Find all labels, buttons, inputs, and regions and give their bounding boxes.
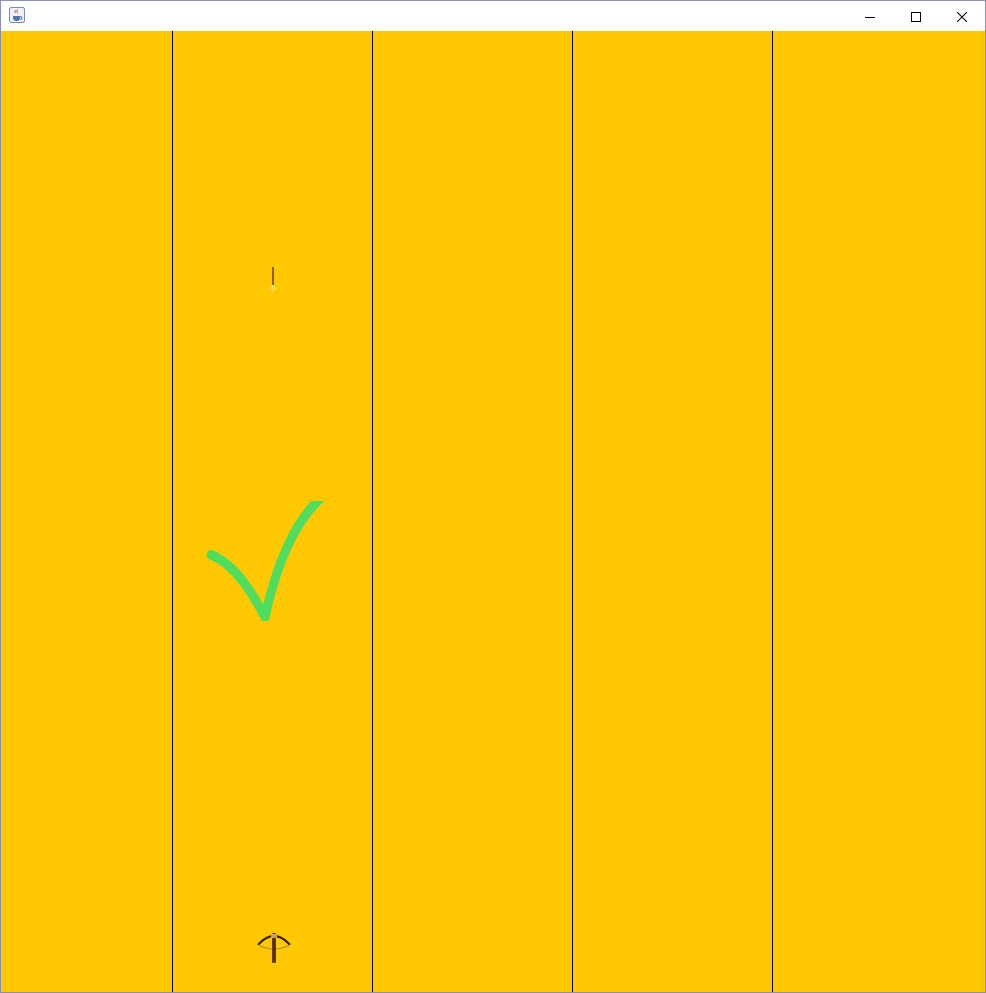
window-controls <box>847 1 985 31</box>
java-coffee-cup-icon <box>9 7 25 23</box>
lane-divider <box>172 31 173 992</box>
close-button[interactable] <box>939 1 985 31</box>
minimize-button[interactable] <box>847 1 893 31</box>
app-window <box>0 0 986 993</box>
crossbow-icon <box>255 929 293 965</box>
game-canvas[interactable] <box>1 31 985 992</box>
maximize-button[interactable] <box>893 1 939 31</box>
lane-divider <box>572 31 573 992</box>
maximize-icon <box>911 7 921 26</box>
lane-divider <box>772 31 773 992</box>
title-bar[interactable] <box>1 1 985 31</box>
checkmark-icon <box>201 477 353 623</box>
minimize-icon <box>865 7 875 26</box>
lane-divider <box>372 31 373 992</box>
arrow-icon <box>267 266 279 294</box>
close-icon <box>956 7 968 26</box>
